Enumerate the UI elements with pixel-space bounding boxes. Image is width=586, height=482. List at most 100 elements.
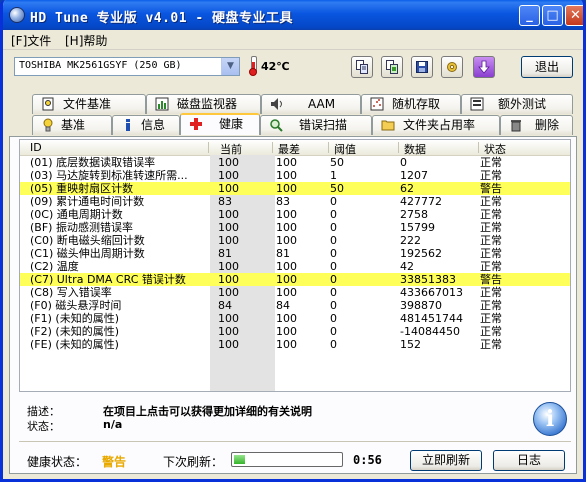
table-row[interactable]: (C0) 断电磁头缩回计数 100 100 0 222 正常 [20, 234, 570, 247]
col-threshold[interactable]: 阈值 [334, 141, 356, 157]
tab-health[interactable]: 健康 [180, 113, 260, 135]
current-value: 100 [218, 169, 239, 182]
table-row[interactable]: (01) 底层数据读取错误率 100 100 50 0 正常 [20, 156, 570, 169]
tab-extra-tests[interactable]: 额外测试 [461, 94, 573, 114]
worst-value: 100 [276, 169, 297, 182]
table-row[interactable]: (C8) 写入错误率 100 100 0 433667013 正常 [20, 286, 570, 299]
refresh-now-button[interactable]: 立即刷新 [410, 450, 482, 471]
worst-value: 83 [276, 195, 290, 208]
status-cell: 正常 [480, 299, 502, 312]
table-row[interactable]: (BF) 振动感测错误率 100 100 0 15799 正常 [20, 221, 570, 234]
attribute-id: (F2) (未知的属性) [30, 325, 119, 338]
chevron-down-icon[interactable]: ▼ [221, 58, 239, 75]
table-row[interactable]: (09) 累计通电时间计数 83 83 0 427772 正常 [20, 195, 570, 208]
main-window: HD Tune 专业版 v4.01 - 硬盘专业工具 _ □ ✕ [F]文件 [… [0, 0, 586, 482]
worst-value: 100 [276, 182, 297, 195]
status-cell: 警告 [480, 273, 502, 286]
table-row[interactable]: (C1) 磁头伸出周期计数 81 81 0 192562 正常 [20, 247, 570, 260]
threshold-value: 0 [330, 286, 337, 299]
minimize-button[interactable]: _ [519, 5, 540, 26]
drive-select[interactable]: TOSHIBA MK2561GSYF (250 GB) ▼ [14, 57, 240, 76]
raw-data: 15799 [400, 221, 435, 234]
save-button[interactable] [411, 56, 433, 78]
tab-extra-tests-label: 额外测试 [498, 97, 547, 111]
tab-health-label: 健康 [219, 117, 244, 131]
table-row[interactable]: (F1) (未知的属性) 100 100 0 481451744 正常 [20, 312, 570, 325]
current-value: 100 [218, 312, 239, 325]
raw-data: 398870 [400, 299, 442, 312]
attribute-id: (03) 马达旋转到标准转速所需... [30, 169, 188, 182]
current-value: 100 [218, 234, 239, 247]
download-button[interactable] [473, 56, 495, 78]
tab-error-scan-label: 错误扫描 [299, 118, 348, 132]
tab-file-benchmark[interactable]: 文件基准 [32, 94, 146, 114]
options-button[interactable] [441, 56, 463, 78]
status-cell: 正常 [480, 234, 502, 247]
worst-value: 100 [276, 156, 297, 169]
exit-button[interactable]: 退出 [521, 56, 573, 78]
col-worst[interactable]: 最差 [278, 141, 300, 157]
tab-random-access-label: 随机存取 [392, 97, 441, 111]
table-row[interactable]: (C2) 温度 100 100 0 42 正常 [20, 260, 570, 273]
col-data[interactable]: 数据 [404, 141, 426, 157]
tab-folder-usage[interactable]: 文件夹占用率 [372, 115, 500, 135]
refresh-progress-bar [231, 452, 343, 467]
tab-info[interactable]: 信息 [112, 115, 180, 135]
table-header: ID 当前 最差 阈值 数据 状态 [20, 140, 570, 156]
copy-screen-button[interactable] [381, 56, 403, 78]
attribute-id: (0C) 通电周期计数 [30, 208, 123, 221]
col-id[interactable]: ID [30, 141, 42, 154]
tab-disk-monitor[interactable]: 磁盘监视器 [146, 94, 261, 114]
current-value: 100 [218, 208, 239, 221]
table-row[interactable]: (05) 重映射扇区计数 100 100 50 62 警告 [20, 182, 570, 195]
copy-text-icon [356, 60, 368, 74]
smart-table: ID 当前 最差 阈值 数据 状态 (01) 底层数据读取错误率 100 100 50… [19, 139, 571, 392]
table-row[interactable]: (FE) (未知的属性) 100 100 0 152 正常 [20, 338, 570, 351]
tab-benchmark[interactable]: 基准 [32, 115, 112, 135]
tab-erase[interactable]: 删除 [500, 115, 573, 135]
threshold-value: 1 [330, 169, 337, 182]
col-status[interactable]: 状态 [484, 141, 506, 157]
tab-aam[interactable]: AAM [261, 94, 361, 114]
copy-screen-icon [386, 60, 398, 74]
health-status-value: 警告 [102, 455, 127, 469]
raw-data: 192562 [400, 247, 442, 260]
benchmark-icon [43, 118, 53, 132]
extra-tests-icon [470, 97, 484, 111]
tab-row-top: 文件基准 磁盘监视器 AAM 随机存取 额外测试 [7, 94, 581, 115]
tab-disk-monitor-label: 磁盘监视器 [177, 97, 238, 111]
status-cell: 正常 [480, 195, 502, 208]
worst-value: 100 [276, 338, 297, 351]
table-row[interactable]: (F2) (未知的属性) 100 100 0 -14084450 正常 [20, 325, 570, 338]
current-value: 100 [218, 221, 239, 234]
tab-info-label: 信息 [141, 118, 166, 132]
log-button[interactable]: 日志 [493, 450, 565, 471]
random-access-icon [370, 97, 384, 111]
info-icon [126, 119, 130, 131]
raw-data: 222 [400, 234, 421, 247]
download-arrow-icon [478, 60, 490, 74]
table-row[interactable]: (F0) 磁头悬浮时间 84 84 0 398870 正常 [20, 299, 570, 312]
error-scan-icon [270, 119, 283, 132]
status-cell: 正常 [480, 208, 502, 221]
title-bar[interactable]: HD Tune 专业版 v4.01 - 硬盘专业工具 _ □ ✕ [3, 0, 583, 30]
attribute-id: (F0) 磁头悬浮时间 [30, 299, 122, 312]
attribute-id: (C1) 磁头伸出周期计数 [30, 247, 145, 260]
tab-error-scan[interactable]: 错误扫描 [260, 115, 372, 135]
temperature-readout: 42℃ [261, 60, 290, 73]
maximize-button[interactable]: □ [542, 5, 563, 26]
status-cell: 正常 [480, 325, 502, 338]
info-bubble-icon[interactable]: i [533, 402, 567, 436]
copy-text-button[interactable] [351, 56, 373, 78]
save-icon [416, 61, 428, 73]
attribute-id: (01) 底层数据读取错误率 [30, 156, 156, 169]
menu-file[interactable]: [F]文件 [11, 32, 51, 49]
menu-help[interactable]: [H]帮助 [65, 32, 107, 49]
tab-benchmark-label: 基准 [61, 118, 86, 132]
threshold-value: 0 [330, 234, 337, 247]
tab-random-access[interactable]: 随机存取 [361, 94, 461, 114]
close-button[interactable]: ✕ [565, 5, 583, 26]
table-row[interactable]: (0C) 通电周期计数 100 100 0 2758 正常 [20, 208, 570, 221]
table-row[interactable]: (03) 马达旋转到标准转速所需... 100 100 1 1207 正常 [20, 169, 570, 182]
table-row[interactable]: (C7) Ultra DMA CRC 错误计数 100 100 0 33851383 警告 [20, 273, 570, 286]
